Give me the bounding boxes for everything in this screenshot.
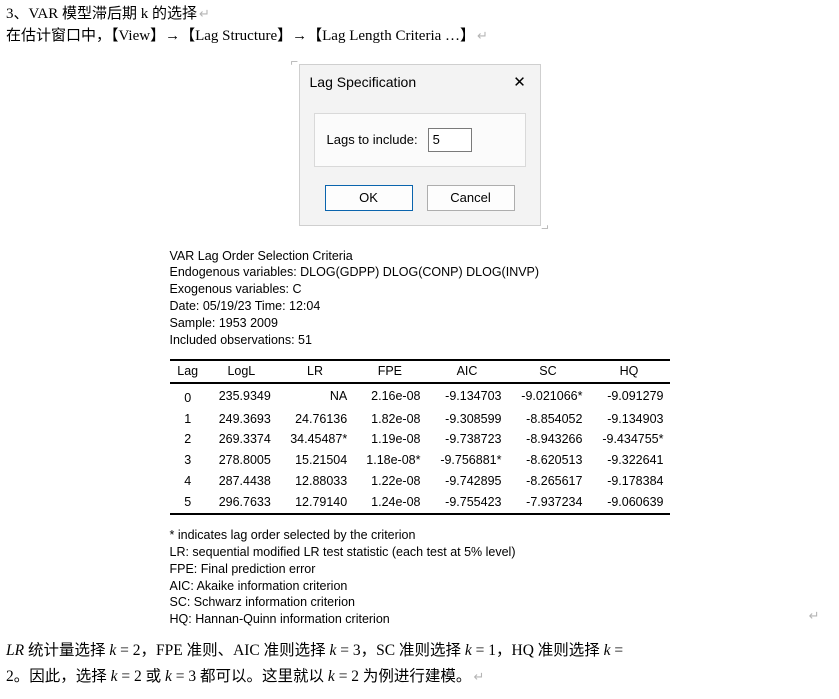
dialog-container: ↵ ⌐ Lag Specification ✕ Lags to include:… [6, 64, 833, 226]
table-cell: -9.134903 [588, 409, 669, 430]
cancel-button[interactable]: Cancel [427, 185, 515, 211]
table-body: 0235.9349NA2.16e-08-9.134703-9.021066*-9… [170, 383, 670, 514]
criteria-table: Lag LogL LR FPE AIC SC HQ 0235.9349NA2.1… [170, 359, 670, 515]
table-cell: 249.3693 [206, 409, 277, 430]
table-cell: -9.755423 [427, 492, 508, 514]
note-aic: AIC: Akaike information criterion [170, 578, 670, 595]
table-cell: 1.19e-08 [353, 429, 426, 450]
dialog-titlebar: Lag Specification ✕ [300, 65, 540, 99]
table-cell: 34.45487* [277, 429, 353, 450]
note-star: * indicates lag order selected by the cr… [170, 527, 670, 544]
return-icon: ↵ [471, 669, 484, 684]
table-row: 3278.800515.215041.18e-08*-9.756881*-8.6… [170, 450, 670, 471]
return-icon: ↵ [809, 607, 820, 625]
criteria-notes: * indicates lag order selected by the cr… [170, 527, 670, 628]
output-header-6: Included observations: 51 [170, 332, 670, 349]
conclusion-line-1: LR 统计量选择 k = 2，FPE 准则、AIC 准则选择 k = 3，SC … [6, 638, 833, 664]
dialog-buttons: OK Cancel [300, 169, 540, 225]
lags-input[interactable] [428, 128, 472, 152]
table-cell: 278.8005 [206, 450, 277, 471]
table-cell: 3 [170, 450, 206, 471]
output-header-2: Endogenous variables: DLOG(GDPP) DLOG(CO… [170, 264, 670, 281]
table-cell: -9.742895 [427, 471, 508, 492]
col-fpe: FPE [353, 360, 426, 383]
ok-button[interactable]: OK [325, 185, 413, 211]
table-cell: 12.88033 [277, 471, 353, 492]
table-cell: 1.18e-08* [353, 450, 426, 471]
table-cell: 12.79140 [277, 492, 353, 514]
table-cell: 1.82e-08 [353, 409, 426, 430]
dialog-title: Lag Specification [310, 74, 417, 90]
heading-text: 3、VAR 模型滞后期 k 的选择 [6, 6, 197, 22]
output-header-4: Date: 05/19/23 Time: 12:04 [170, 298, 670, 315]
table-cell: -7.937234 [507, 492, 588, 514]
table-row: 5296.763312.791401.24e-08-9.755423-7.937… [170, 492, 670, 514]
note-hq: HQ: Hannan-Quinn information criterion [170, 611, 670, 628]
criteria-output: VAR Lag Order Selection Criteria Endogen… [170, 248, 670, 629]
anchor-icon: ⌐ [541, 221, 549, 236]
col-lr: LR [277, 360, 353, 383]
col-logl: LogL [206, 360, 277, 383]
table-cell: 296.7633 [206, 492, 277, 514]
table-cell: -8.943266 [507, 429, 588, 450]
table-header-row: Lag LogL LR FPE AIC SC HQ [170, 360, 670, 383]
table-row: 2269.337434.45487*1.19e-08-9.738723-8.94… [170, 429, 670, 450]
table-cell: 1.24e-08 [353, 492, 426, 514]
table-cell: 24.76136 [277, 409, 353, 430]
table-cell: 0 [170, 383, 206, 409]
table-cell: -8.854052 [507, 409, 588, 430]
table-cell: -9.434755* [588, 429, 669, 450]
table-cell: 235.9349 [206, 383, 277, 409]
table-cell: -9.308599 [427, 409, 508, 430]
table-cell: 1.22e-08 [353, 471, 426, 492]
return-icon: ↵ [475, 28, 488, 43]
table-cell: -9.134703 [427, 383, 508, 409]
col-sc: SC [507, 360, 588, 383]
table-cell: -9.738723 [427, 429, 508, 450]
dialog-body: Lags to include: [300, 99, 540, 169]
table-row: 4287.443812.880331.22e-08-9.742895-8.265… [170, 471, 670, 492]
col-lag: Lag [170, 360, 206, 383]
table-row: 0235.9349NA2.16e-08-9.134703-9.021066*-9… [170, 383, 670, 409]
note-fpe: FPE: Final prediction error [170, 561, 670, 578]
table-cell: 5 [170, 492, 206, 514]
table-cell: 287.4438 [206, 471, 277, 492]
table-cell: -9.091279 [588, 383, 669, 409]
output-header-3: Exogenous variables: C [170, 281, 670, 298]
conclusion-line-2: 2。因此，选择 k = 2 或 k = 3 都可以。这里就以 k = 2 为例进… [6, 664, 833, 690]
table-cell: -9.178384 [588, 471, 669, 492]
anchor-icon: ⌐ [291, 54, 299, 69]
instruction-text: 在估计窗口中，【View】→【Lag Structure】→【Lag Lengt… [6, 28, 475, 44]
note-lr: LR: sequential modified LR test statisti… [170, 544, 670, 561]
table-cell: -9.756881* [427, 450, 508, 471]
table-cell: NA [277, 383, 353, 409]
lag-specification-dialog: Lag Specification ✕ Lags to include: OK … [299, 64, 541, 226]
lr-label: LR [6, 642, 24, 659]
table-cell: -9.322641 [588, 450, 669, 471]
table-cell: -9.060639 [588, 492, 669, 514]
table-cell: 2 [170, 429, 206, 450]
table-cell: -8.265617 [507, 471, 588, 492]
table-cell: -9.021066* [507, 383, 588, 409]
return-icon: ↵ [197, 6, 210, 21]
table-cell: 1 [170, 409, 206, 430]
lags-field-group: Lags to include: [314, 113, 526, 167]
table-cell: 4 [170, 471, 206, 492]
table-row: 1249.369324.761361.82e-08-9.308599-8.854… [170, 409, 670, 430]
col-hq: HQ [588, 360, 669, 383]
table-cell: 2.16e-08 [353, 383, 426, 409]
output-header-5: Sample: 1953 2009 [170, 315, 670, 332]
table-cell: 15.21504 [277, 450, 353, 471]
table-cell: -8.620513 [507, 450, 588, 471]
col-aic: AIC [427, 360, 508, 383]
output-header-1: VAR Lag Order Selection Criteria [170, 248, 670, 265]
close-icon[interactable]: ✕ [508, 71, 532, 93]
heading-line: 3、VAR 模型滞后期 k 的选择↵ [6, 4, 833, 26]
instruction-line: 在估计窗口中，【View】→【Lag Structure】→【Lag Lengt… [6, 26, 833, 48]
lags-label: Lags to include: [327, 132, 418, 147]
table-cell: 269.3374 [206, 429, 277, 450]
note-sc: SC: Schwarz information criterion [170, 594, 670, 611]
